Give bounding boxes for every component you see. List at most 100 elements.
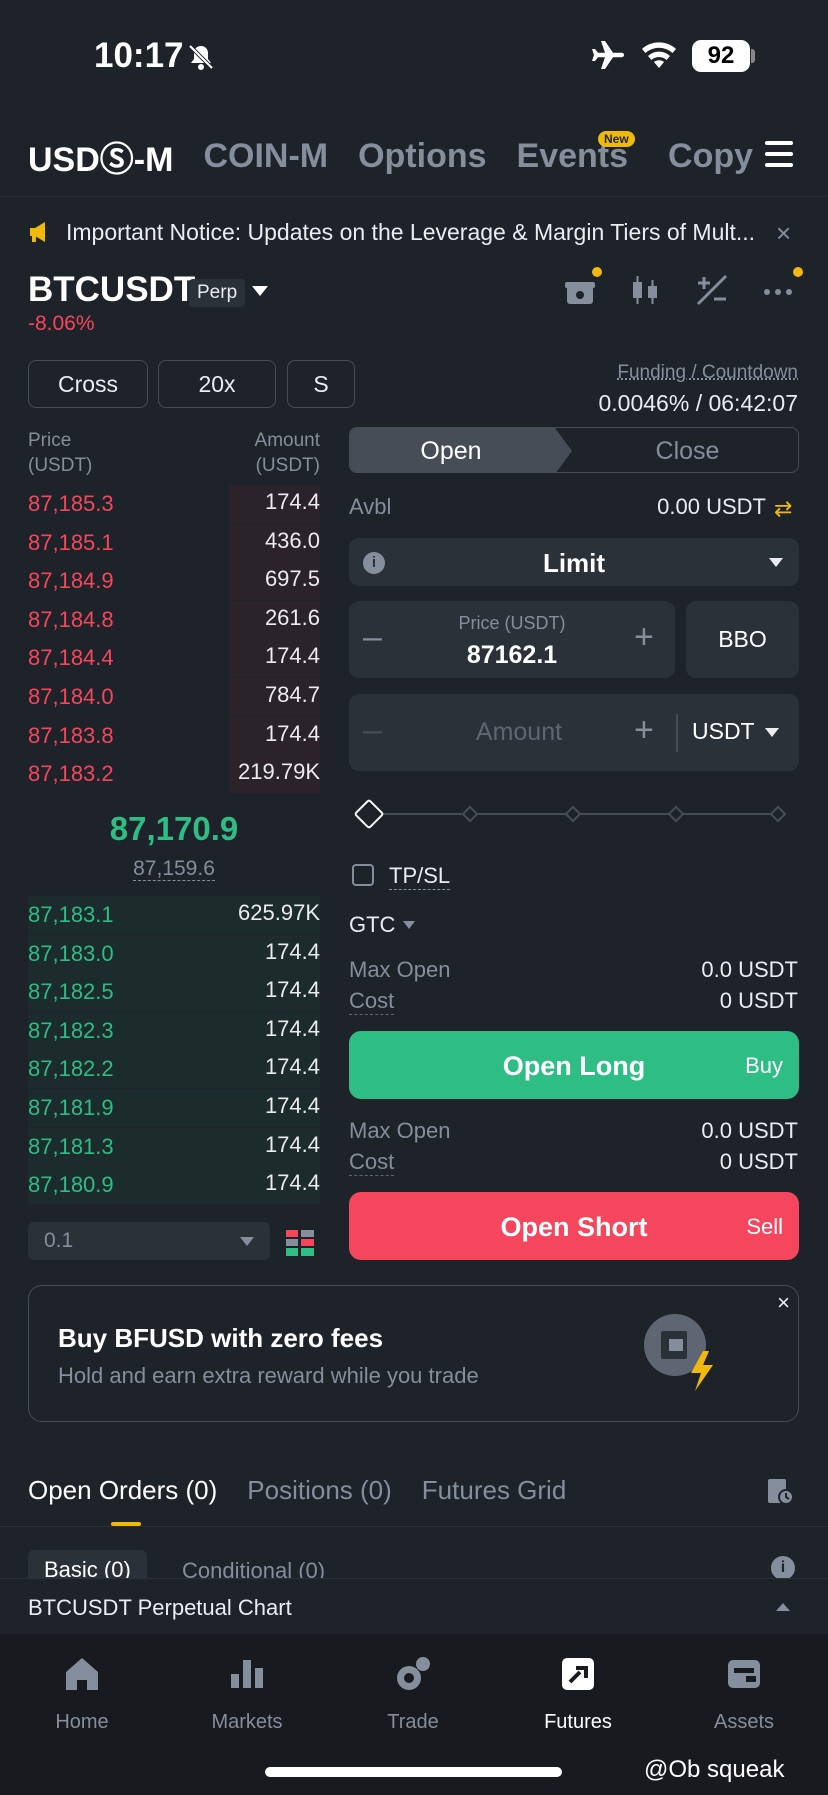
- gift-icon[interactable]: [562, 272, 598, 308]
- divider: [0, 1526, 828, 1527]
- megaphone-icon: [30, 222, 45, 242]
- sell-label: Sell: [746, 1214, 783, 1239]
- promo-banner[interactable]: Buy BFUSD with zero fees Hold and earn e…: [28, 1285, 799, 1422]
- status-time: 10:17: [94, 36, 184, 75]
- orderbook-row[interactable]: 87,184.9 697.5: [28, 562, 320, 601]
- symbol-caret-icon[interactable]: [252, 286, 268, 296]
- tab-options[interactable]: Options: [358, 137, 486, 176]
- orderbook-row[interactable]: 87,182.3 174.4: [28, 1011, 320, 1050]
- tab-positions[interactable]: Positions (0): [247, 1475, 392, 1506]
- orderbook-row[interactable]: 87,183.0 174.4: [28, 934, 320, 973]
- time-in-force-select[interactable]: GTC: [349, 912, 416, 938]
- chevron-up-icon[interactable]: [776, 1603, 790, 1611]
- orderbook-row[interactable]: 87,183.1 625.97K: [28, 896, 320, 934]
- minus-icon[interactable]: –: [363, 711, 382, 750]
- orderbook-row[interactable]: 87,184.4 174.4: [28, 639, 320, 678]
- plus-icon[interactable]: +: [634, 618, 654, 657]
- orderbook-row[interactable]: 87,185.3 174.4: [28, 485, 320, 523]
- tab-open-orders[interactable]: Open Orders (0): [28, 1475, 217, 1506]
- close-tab[interactable]: Close: [575, 428, 798, 472]
- tpsl-checkbox[interactable]: [352, 864, 374, 886]
- orderbook-row[interactable]: 87,183.8 174.4: [28, 716, 320, 755]
- margin-mode-button[interactable]: Cross: [28, 360, 148, 408]
- tpsl-label[interactable]: TP/SL: [389, 863, 451, 890]
- orderbook-row[interactable]: 87,182.5 174.4: [28, 973, 320, 1012]
- notice-close-icon[interactable]: ×: [776, 218, 791, 249]
- calculator-icon[interactable]: [694, 272, 730, 308]
- orderbook-price: 87,185.1: [28, 529, 114, 555]
- bfusd-icon: [644, 1314, 713, 1391]
- orderbook-row[interactable]: 87,183.2 219.79K: [28, 755, 320, 794]
- slider-handle[interactable]: [353, 798, 385, 830]
- asset-mode-button[interactable]: S: [287, 360, 355, 408]
- orderbook-amount: 219.79K: [238, 759, 320, 785]
- depth-step-select[interactable]: 0.1: [28, 1222, 270, 1260]
- orderbook-price: 87,184.9: [28, 568, 114, 594]
- slider-mark[interactable]: [461, 805, 479, 823]
- orderbook-row[interactable]: 87,182.2 174.4: [28, 1050, 320, 1089]
- chart-drawer[interactable]: BTCUSDT Perpetual Chart: [0, 1578, 828, 1634]
- available-label: Avbl: [349, 494, 392, 519]
- market-type-tabs: USDⓈ-M COIN-M Options Events Copy: [28, 136, 783, 179]
- orderbook-row[interactable]: 87,184.0 784.7: [28, 678, 320, 716]
- orderbook-price: 87,183.0: [28, 940, 114, 966]
- nav-home[interactable]: Home: [22, 1654, 142, 1734]
- orderbook-row[interactable]: 87,181.9 174.4: [28, 1089, 320, 1127]
- plus-icon[interactable]: +: [634, 711, 654, 750]
- long-cost-label[interactable]: Cost: [349, 988, 395, 1015]
- tab-coin-m[interactable]: COIN-M: [203, 137, 328, 176]
- orderbook-row[interactable]: 87,185.1 436.0: [28, 523, 320, 562]
- slider-mark[interactable]: [769, 805, 787, 823]
- chevron-down-icon: [240, 1237, 254, 1246]
- menu-icon[interactable]: [765, 141, 793, 169]
- funding-label[interactable]: Funding / Countdown: [617, 362, 798, 384]
- slider-mark[interactable]: [667, 805, 685, 823]
- orderbook-amount: 625.97K: [238, 900, 320, 925]
- nav-markets[interactable]: Markets: [187, 1654, 307, 1734]
- leverage-button[interactable]: 20x: [158, 360, 276, 408]
- order-type-select[interactable]: i Limit: [349, 538, 799, 586]
- short-max-open-value: 0.0 USDT: [701, 1118, 798, 1143]
- price-change: -8.06%: [28, 312, 95, 335]
- promo-close-icon[interactable]: ×: [777, 1290, 790, 1316]
- orderbook-amount: 436.0: [264, 527, 320, 553]
- mark-price[interactable]: 87,159.6: [0, 857, 348, 881]
- nav-assets[interactable]: Assets: [684, 1654, 804, 1734]
- order-history-icon[interactable]: [766, 1477, 794, 1505]
- orderbook-layout-icon[interactable]: [286, 1230, 314, 1256]
- orderbook-row[interactable]: 87,180.9 174.4: [28, 1166, 320, 1205]
- open-tab[interactable]: Open: [350, 428, 572, 472]
- nav-trade[interactable]: Trade: [353, 1654, 473, 1734]
- bbo-button[interactable]: BBO: [686, 601, 799, 678]
- wifi-icon: [642, 42, 676, 68]
- price-label: Price (USDT): [458, 613, 566, 633]
- amount-unit-select[interactable]: USDT: [692, 718, 755, 745]
- open-long-button[interactable]: Open Long Buy: [349, 1031, 799, 1099]
- symbol-name[interactable]: BTCUSDT: [28, 270, 195, 310]
- tab-copy[interactable]: Copy: [668, 137, 753, 176]
- short-cost-label[interactable]: Cost: [349, 1149, 395, 1176]
- orderbook-amount: 174.4: [264, 938, 320, 964]
- notice-banner[interactable]: Important Notice: Updates on the Leverag…: [28, 214, 800, 250]
- tab-futures-grid[interactable]: Futures Grid: [422, 1475, 567, 1506]
- orderbook-row[interactable]: 87,184.8 261.6: [28, 600, 320, 639]
- candlestick-icon[interactable]: [627, 272, 663, 308]
- orderbook-row[interactable]: 87,181.3 174.4: [28, 1127, 320, 1166]
- amount-input[interactable]: – Amount + USDT: [349, 694, 799, 771]
- tab-usds-m[interactable]: USDⓈ-M: [28, 132, 173, 181]
- buy-label: Buy: [745, 1053, 783, 1078]
- transfer-icon[interactable]: ⇄: [774, 496, 792, 522]
- nav-futures[interactable]: Futures: [518, 1654, 638, 1734]
- orderbook-amount: 261.6: [264, 604, 320, 630]
- home-indicator: [265, 1767, 562, 1777]
- long-max-open-label: Max Open: [349, 957, 451, 982]
- price-input[interactable]: – Price (USDT) 87162.1 +: [349, 601, 675, 678]
- price-value[interactable]: 87162.1: [349, 641, 675, 670]
- open-short-button[interactable]: Open Short Sell: [349, 1192, 799, 1260]
- more-icon[interactable]: [760, 272, 796, 308]
- slider-mark[interactable]: [564, 805, 582, 823]
- divider: [0, 196, 828, 197]
- info-icon[interactable]: i: [771, 1556, 795, 1580]
- orderbook-amount: 784.7: [264, 682, 320, 707]
- orderbook-amount: 174.4: [264, 489, 320, 514]
